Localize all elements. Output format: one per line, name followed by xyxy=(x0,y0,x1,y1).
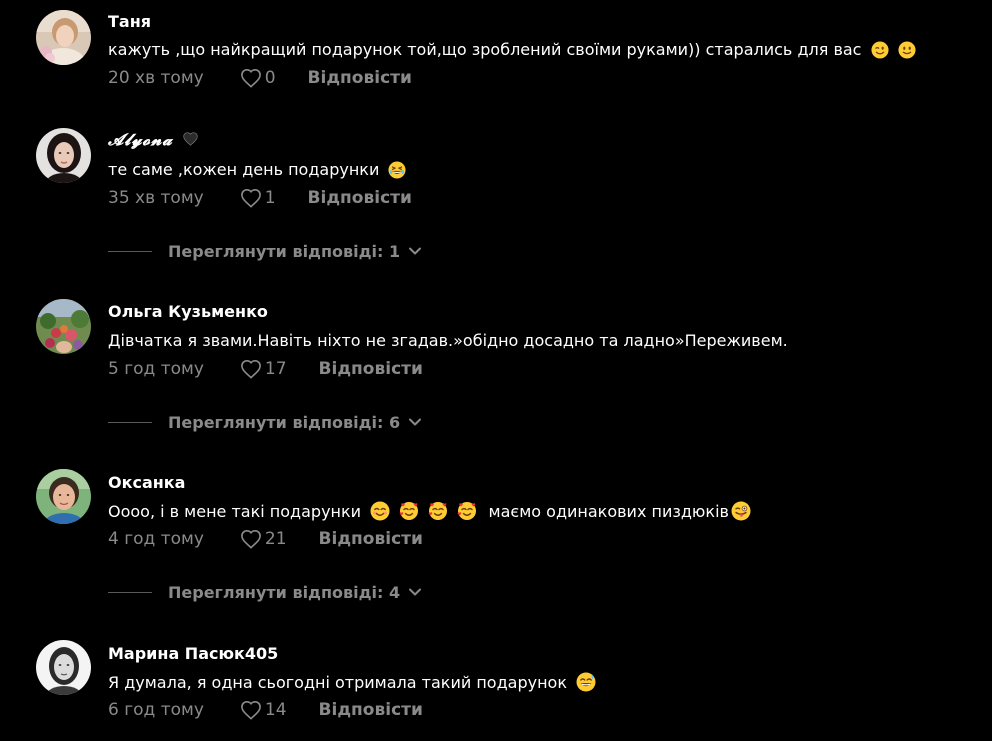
reply-button[interactable]: Відповісти xyxy=(308,188,412,208)
comment-text: те саме ,кожен день подарунки xyxy=(108,160,406,183)
like-count: 14 xyxy=(264,700,287,720)
smiling-face-with-hearts-emoji xyxy=(399,501,419,525)
comment-text: Оооо, і в мене такі подарунки маємо один… xyxy=(108,501,751,525)
comment-time: 35 хв тому xyxy=(108,188,204,208)
like-count: 0 xyxy=(264,68,276,88)
view-replies-label: Переглянути відповіді: 1 xyxy=(168,241,401,261)
reply-button[interactable]: Відповісти xyxy=(319,359,423,379)
avatar[interactable] xyxy=(36,299,91,354)
view-replies-button[interactable]: Переглянути відповіді: 4 xyxy=(108,582,422,602)
comment-text-content: Дівчатка я звами.Навіть ніхто не згадав.… xyxy=(108,331,788,350)
comment-text-content: кажуть ,що найкращий подарунок той,що зр… xyxy=(108,40,862,59)
username[interactable]: Марина Пасюк405 xyxy=(108,644,278,663)
comment-text-content: те саме ,кожен день подарунки xyxy=(108,160,380,179)
like-count: 17 xyxy=(264,359,287,379)
comment-text-content: Я думала, я одна сьогодні отримала такий… xyxy=(108,673,567,692)
comment-text: Дівчатка я звами.Навіть ніхто не згадав.… xyxy=(108,331,788,350)
grinning-squinting-face-emoji xyxy=(388,161,406,183)
heart-outline-icon xyxy=(240,529,261,549)
comment-text-content: маємо одинакових пиздюків xyxy=(488,502,729,521)
avatar[interactable] xyxy=(36,469,91,524)
heart-outline-icon xyxy=(240,68,261,88)
divider-line xyxy=(108,421,152,423)
comment-meta: 6 год тому 14 Відповісти xyxy=(108,699,423,721)
slightly-smiling-face-emoji xyxy=(898,41,916,63)
winking-face-emoji xyxy=(871,41,889,63)
grinning-face-with-sweat-emoji xyxy=(576,672,596,696)
comment-meta: 20 хв тому 0 Відповісти xyxy=(108,67,412,89)
divider-line xyxy=(108,591,152,593)
username[interactable]: Оксанка xyxy=(108,473,185,492)
view-replies-button[interactable]: Переглянути відповіді: 1 xyxy=(108,241,422,261)
chevron-down-icon xyxy=(409,418,422,426)
comment-meta: 4 год тому 21 Відповісти xyxy=(108,528,423,550)
username[interactable]: Ольга Кузьменко xyxy=(108,302,268,321)
smiling-face-with-smiling-eyes-emoji xyxy=(370,501,390,525)
divider-line xyxy=(108,250,152,252)
like-button[interactable]: 21 xyxy=(240,529,287,549)
smiling-face-with-hearts-emoji xyxy=(428,501,448,525)
username[interactable]: Таня xyxy=(108,12,151,31)
view-replies-label: Переглянути відповіді: 6 xyxy=(168,412,401,432)
chevron-down-icon xyxy=(409,247,422,255)
avatar[interactable] xyxy=(36,640,91,695)
username-text: 𝓐𝓵𝔂𝓸𝓷𝓪 xyxy=(108,130,173,149)
like-count: 21 xyxy=(264,529,287,549)
heart-outline-icon xyxy=(240,188,261,208)
smiling-face-with-hearts-emoji xyxy=(457,501,477,525)
comment-time: 4 год тому xyxy=(108,529,204,549)
view-replies-button[interactable]: Переглянути відповіді: 6 xyxy=(108,412,422,432)
comment-time: 5 год тому xyxy=(108,359,204,379)
chevron-down-icon xyxy=(409,588,422,596)
avatar[interactable] xyxy=(36,10,91,65)
heart-outline-icon xyxy=(240,700,261,720)
black-heart-icon xyxy=(182,131,199,150)
like-button[interactable]: 17 xyxy=(240,359,287,379)
comment-time: 6 год тому xyxy=(108,700,204,720)
reply-button[interactable]: Відповісти xyxy=(308,68,412,88)
username[interactable]: 𝓐𝓵𝔂𝓸𝓷𝓪 xyxy=(108,130,199,150)
comment-time: 20 хв тому xyxy=(108,68,204,88)
like-button[interactable]: 14 xyxy=(240,700,287,720)
comment-text: кажуть ,що найкращий подарунок той,що зр… xyxy=(108,40,916,63)
view-replies-label: Переглянути відповіді: 4 xyxy=(168,582,401,602)
comment-meta: 35 хв тому 1 Відповісти xyxy=(108,187,412,209)
comment-text-content: Оооо, і в мене такі подарунки xyxy=(108,502,362,521)
comment-meta: 5 год тому 17 Відповісти xyxy=(108,358,423,380)
like-button[interactable]: 0 xyxy=(240,68,276,88)
winking-face-with-tongue-emoji xyxy=(731,501,751,525)
like-button[interactable]: 1 xyxy=(240,188,276,208)
reply-button[interactable]: Відповісти xyxy=(319,529,423,549)
reply-button[interactable]: Відповісти xyxy=(319,700,423,720)
heart-outline-icon xyxy=(240,359,261,379)
like-count: 1 xyxy=(264,188,276,208)
avatar[interactable] xyxy=(36,128,91,183)
comment-text: Я думала, я одна сьогодні отримала такий… xyxy=(108,672,596,696)
